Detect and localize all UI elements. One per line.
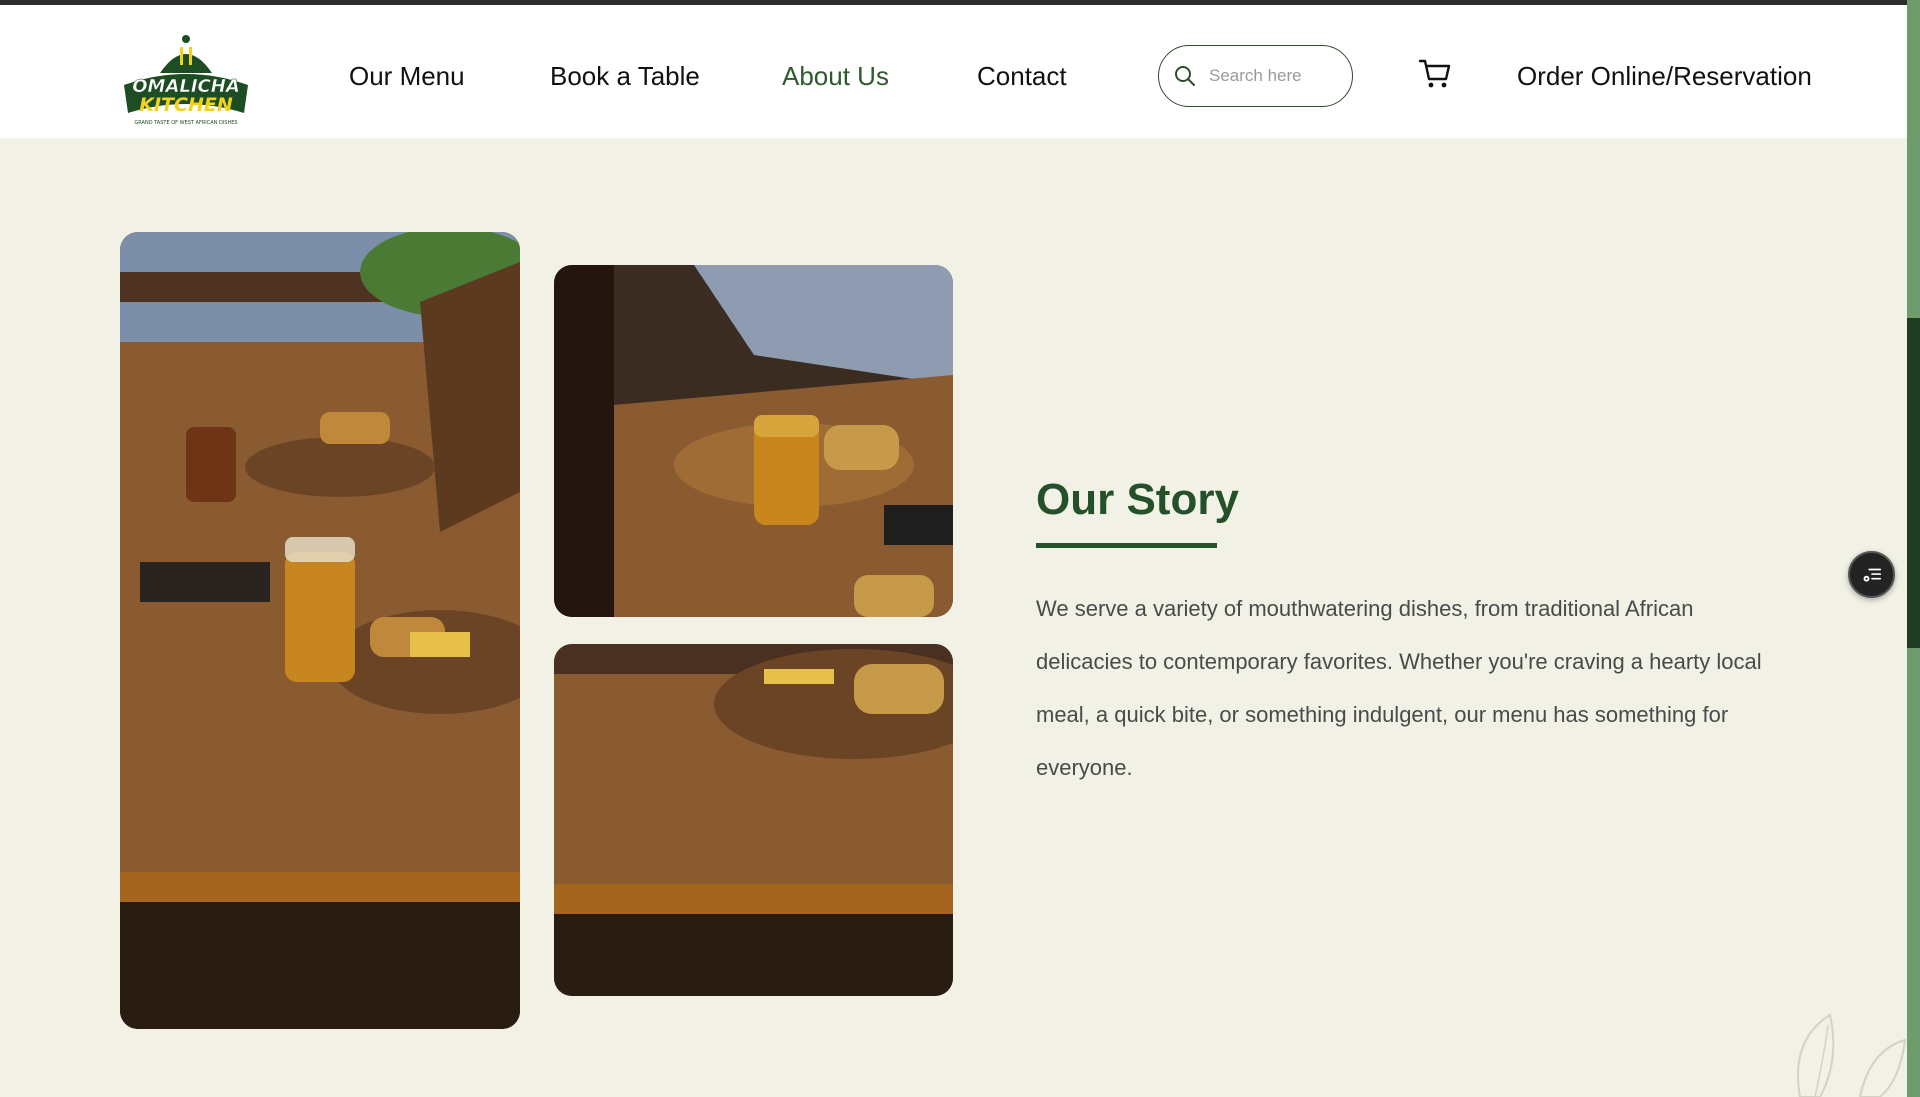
- restaurant-photo-large: [120, 232, 520, 1029]
- nav-contact[interactable]: Contact: [977, 61, 1067, 91]
- brand-logo[interactable]: OMALICHA KITCHEN GRAND TASTE OF WEST AFR…: [120, 25, 252, 129]
- restaurant-photo-top: [554, 265, 953, 617]
- order-online-link[interactable]: Order Online/Reservation: [1517, 61, 1812, 91]
- nav-about-us[interactable]: About Us: [782, 61, 889, 91]
- site-header: OMALICHA KITCHEN GRAND TASTE OF WEST AFR…: [0, 5, 1907, 138]
- list-settings-icon: [1863, 568, 1881, 582]
- search-box[interactable]: [1158, 45, 1353, 107]
- scrollbar-thumb[interactable]: [1907, 318, 1920, 648]
- heading-underline: [1036, 543, 1217, 548]
- logo-tagline: GRAND TASTE OF WEST AFRICAN DISHES: [134, 120, 237, 126]
- leaf-decoration: [1780, 1010, 1907, 1097]
- restaurant-photo-bottom: [554, 644, 953, 996]
- logo-text-line2: KITCHEN: [139, 94, 233, 116]
- nav-book-a-table[interactable]: Book a Table: [550, 61, 700, 91]
- story-heading: Our Story: [1036, 475, 1239, 524]
- search-icon: [1175, 66, 1195, 86]
- search-input[interactable]: [1209, 66, 1339, 86]
- accessibility-menu-button[interactable]: [1848, 551, 1895, 598]
- cart-icon[interactable]: [1418, 57, 1452, 91]
- nav-our-menu[interactable]: Our Menu: [349, 61, 465, 91]
- story-paragraph: We serve a variety of mouthwatering dish…: [1036, 596, 1762, 780]
